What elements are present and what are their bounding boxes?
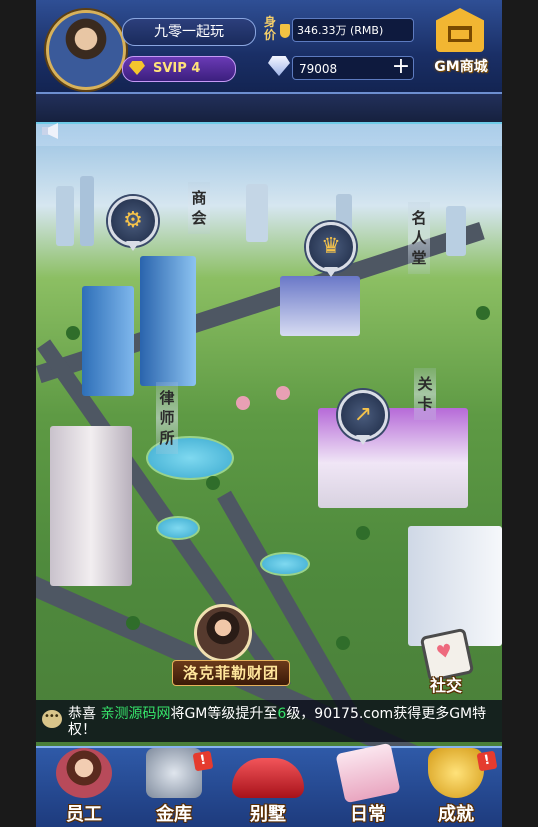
bottom-nav-bar: 员工 ! 金库 别墅 日常 ! 成就 — [36, 742, 502, 827]
system-broadcast: 恭喜 亲测源码网将GM等级提升至6级，90175.com获得更多GM特权！ — [36, 700, 502, 742]
social-button[interactable]: 社交 — [419, 627, 475, 695]
hall-of-fame-label[interactable]: 名人堂 — [408, 202, 430, 274]
tree — [336, 636, 350, 650]
office-tower[interactable] — [140, 256, 196, 386]
vip-diamond-icon — [129, 61, 145, 75]
nav-achievements-label: 成就 — [438, 804, 474, 825]
top-bar: 九零一起玩 SVIP 4 身价 346.33万 (RMB) 79008 + GM… — [36, 0, 502, 94]
achievements-alert-badge: ! — [476, 750, 498, 772]
game-screen: 九零一起玩 SVIP 4 身价 346.33万 (RMB) 79008 + GM… — [36, 0, 502, 827]
background-building — [446, 206, 466, 256]
level-label[interactable]: 关卡 — [414, 368, 436, 420]
background-building — [80, 176, 94, 246]
tree — [476, 306, 490, 320]
level-pin[interactable]: ↗ — [338, 390, 388, 445]
pond — [156, 516, 200, 540]
hall-of-fame-building[interactable] — [280, 276, 360, 336]
background-building — [246, 184, 268, 242]
gm-shop-label: GM商城 — [434, 59, 488, 75]
trophy-cup-icon — [428, 748, 484, 798]
tree — [126, 616, 140, 630]
money-bag-icon — [280, 24, 290, 38]
tree — [356, 526, 370, 540]
nav-daily[interactable]: 日常 — [328, 742, 408, 827]
social-label: 社交 — [429, 676, 462, 695]
add-diamonds-button[interactable]: + — [388, 56, 414, 80]
broadcast-prefix: 恭喜 — [68, 706, 101, 722]
tree — [206, 476, 220, 490]
tree — [66, 326, 80, 340]
player-avatar[interactable] — [46, 10, 126, 90]
trophy-icon: ♛ — [321, 234, 341, 259]
law-firm-label[interactable]: 律师所 — [156, 382, 178, 454]
chart-icon: ↗ — [353, 402, 373, 427]
broadcast-level: 6 — [277, 706, 287, 722]
nav-villa-label: 别墅 — [250, 804, 286, 825]
office-block[interactable] — [408, 526, 502, 646]
vip-level: SVIP 4 — [153, 61, 201, 76]
vault-alert-badge: ! — [192, 750, 214, 772]
chat-bubble-icon — [42, 710, 62, 728]
broadcast-middle: 将GM等级提升至 — [170, 706, 278, 722]
nav-daily-label: 日常 — [350, 804, 386, 825]
office-tower[interactable] — [82, 286, 134, 396]
npc-avatar[interactable] — [194, 604, 252, 662]
worth-value: 346.33万 (RMB) — [292, 18, 414, 42]
handshake-icon: ⚙ — [123, 208, 143, 233]
background-building — [56, 186, 74, 246]
chamber-label[interactable]: 商会 — [188, 182, 210, 234]
nav-villa[interactable]: 别墅 — [228, 744, 308, 827]
tree — [276, 386, 290, 400]
nav-staff[interactable]: 员工 — [44, 744, 124, 827]
broadcast-user: 亲测源码网 — [100, 706, 171, 722]
nav-vault-label: 金库 — [156, 804, 192, 825]
vip-badge[interactable]: SVIP 4 — [122, 56, 236, 82]
gm-shop-button[interactable]: GM商城 — [428, 8, 494, 78]
nav-achievements[interactable]: ! 成就 — [416, 744, 498, 827]
notice-bar — [36, 94, 502, 124]
nav-staff-label: 员工 — [66, 804, 102, 825]
daily-notebook-icon — [335, 742, 401, 804]
broadcast-text: 恭喜 亲测源码网将GM等级提升至6级，90175.com获得更多GM特权！ — [68, 706, 498, 738]
diamond-icon — [268, 56, 290, 76]
fountain — [260, 552, 310, 576]
nav-vault[interactable]: ! 金库 — [134, 744, 214, 827]
shopping-cart-icon — [436, 8, 484, 52]
tree — [236, 396, 250, 410]
speaker-icon[interactable] — [40, 122, 62, 140]
player-name: 九零一起玩 — [122, 18, 256, 46]
chamber-pin[interactable]: ⚙ — [108, 196, 158, 251]
hall-of-fame-pin[interactable]: ♛ — [306, 222, 356, 277]
staff-portrait-icon — [56, 748, 112, 798]
npc-name[interactable]: 洛克菲勒财团 — [172, 660, 290, 686]
law-firm-tower[interactable] — [50, 426, 132, 586]
sports-car-icon — [232, 758, 304, 798]
